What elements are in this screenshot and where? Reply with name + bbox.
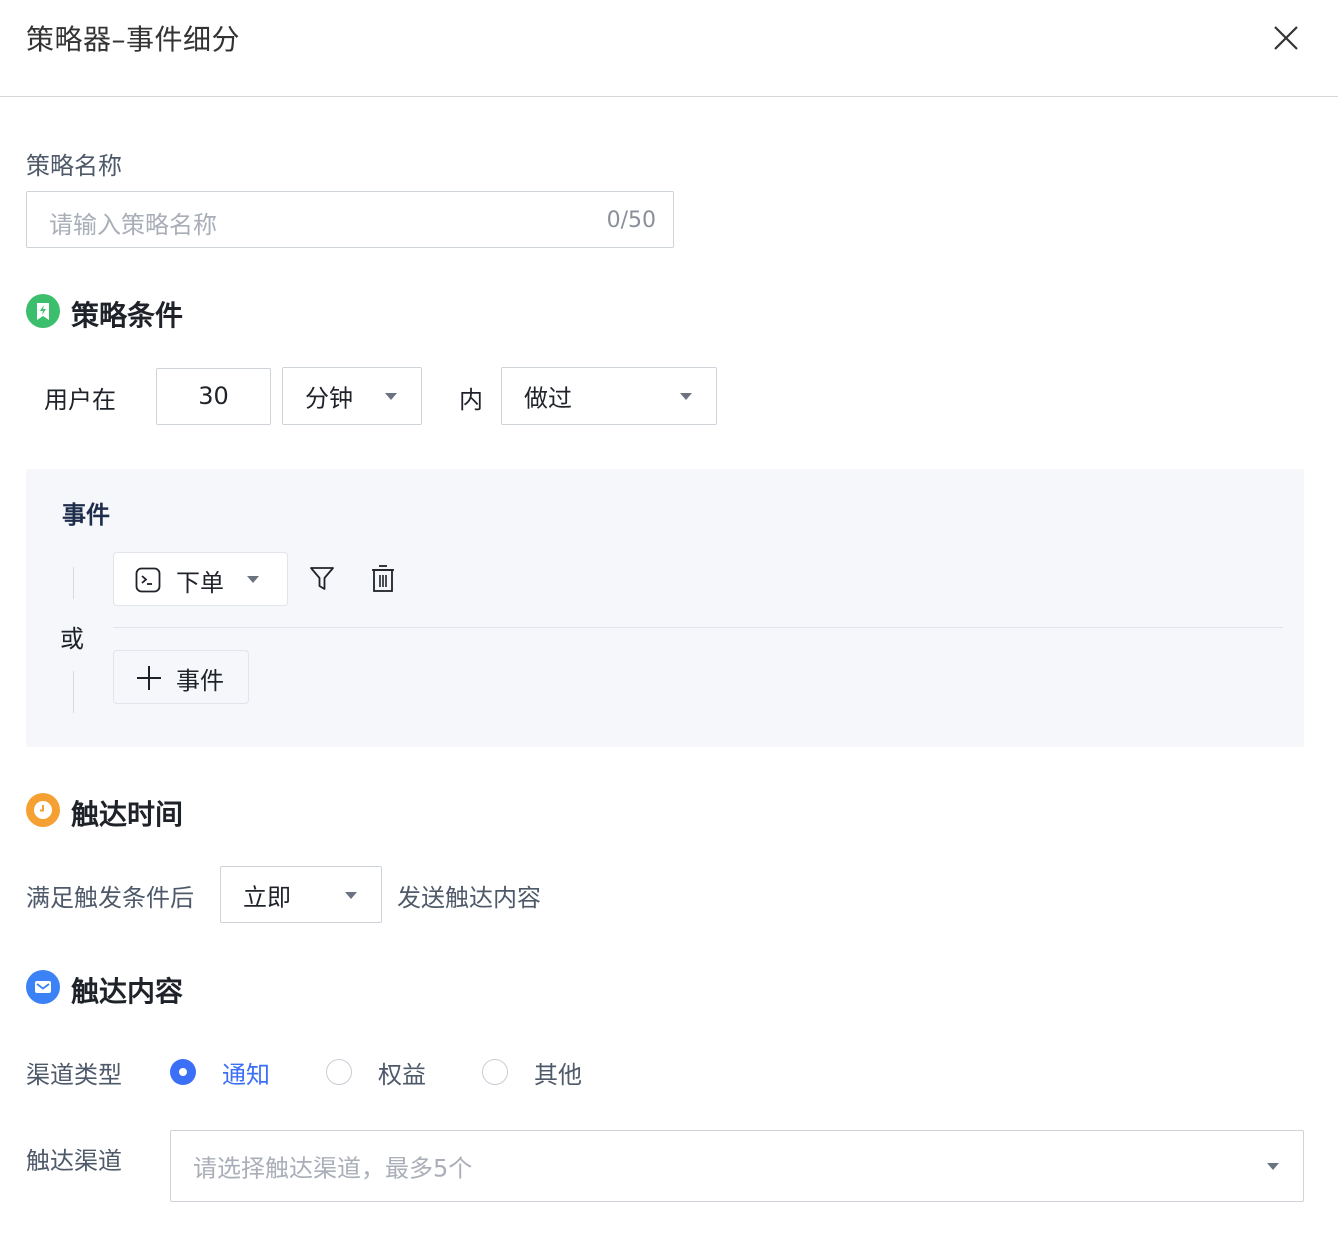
close-icon[interactable] <box>1268 20 1304 56</box>
terminal-icon <box>135 567 161 593</box>
radio-other[interactable] <box>482 1059 508 1085</box>
timing-title: 触达时间 <box>71 798 184 831</box>
conditions-title: 策略条件 <box>71 299 184 332</box>
char-counter: 0/50 <box>606 208 656 233</box>
bookmark-icon <box>26 294 60 328</box>
caret-down-icon <box>385 393 397 400</box>
content-title: 触达内容 <box>71 975 184 1008</box>
strategy-name-label: 策略名称 <box>26 152 122 180</box>
caret-down-icon <box>345 891 357 899</box>
channel-placeholder: 请选择触达渠道，最多5个 <box>193 1154 473 1183</box>
or-connector-top <box>73 567 74 599</box>
dialog-header: 策略器–事件细分 <box>0 0 1338 97</box>
dialog-title: 策略器–事件细分 <box>26 23 241 56</box>
within-label: 内 <box>459 386 483 414</box>
action-select[interactable]: 做过 <box>501 367 717 425</box>
events-title: 事件 <box>62 501 110 529</box>
caret-down-icon <box>247 576 259 583</box>
strategy-name-input[interactable]: 请输入策略名称 0/50 <box>26 191 674 248</box>
timing-prefix: 满足触发条件后 <box>26 884 194 912</box>
timing-select[interactable]: 立即 <box>220 866 382 923</box>
timing-value: 立即 <box>243 883 291 911</box>
event-value: 下单 <box>176 569 224 597</box>
or-connector-bottom <box>73 671 74 713</box>
time-unit-value: 分钟 <box>305 384 353 413</box>
condition-prefix: 用户在 <box>44 386 116 414</box>
radio-benefit-label[interactable]: 权益 <box>378 1055 426 1090</box>
time-unit-select[interactable]: 分钟 <box>282 367 422 425</box>
channel-select[interactable]: 请选择触达渠道，最多5个 <box>170 1130 1304 1202</box>
radio-benefit[interactable] <box>326 1059 352 1085</box>
add-event-label: 事件 <box>176 667 224 695</box>
trash-icon[interactable] <box>370 564 396 594</box>
event-select[interactable]: 下单 <box>113 552 288 606</box>
timing-suffix: 发送触达内容 <box>397 884 541 912</box>
add-event-button[interactable]: 事件 <box>113 650 249 704</box>
clock-icon <box>26 793 60 827</box>
caret-down-icon <box>680 393 692 400</box>
caret-down-icon <box>1267 1163 1279 1170</box>
radio-notify[interactable] <box>170 1059 196 1085</box>
action-value: 做过 <box>524 384 572 413</box>
strategy-name-placeholder: 请输入策略名称 <box>49 211 217 239</box>
duration-value: 30 <box>198 382 229 410</box>
duration-input[interactable]: 30 <box>156 368 271 425</box>
plus-icon <box>136 665 162 691</box>
channel-label: 触达渠道 <box>26 1147 122 1175</box>
channel-type-label: 渠道类型 <box>26 1061 122 1089</box>
or-label: 或 <box>60 625 84 653</box>
radio-other-label[interactable]: 其他 <box>534 1055 582 1090</box>
radio-notify-label[interactable]: 通知 <box>222 1055 270 1090</box>
mail-icon <box>26 970 60 1004</box>
filter-icon[interactable] <box>309 565 335 593</box>
event-divider <box>113 627 1283 628</box>
event-panel: 事件 或 下单 事件 <box>26 469 1304 747</box>
